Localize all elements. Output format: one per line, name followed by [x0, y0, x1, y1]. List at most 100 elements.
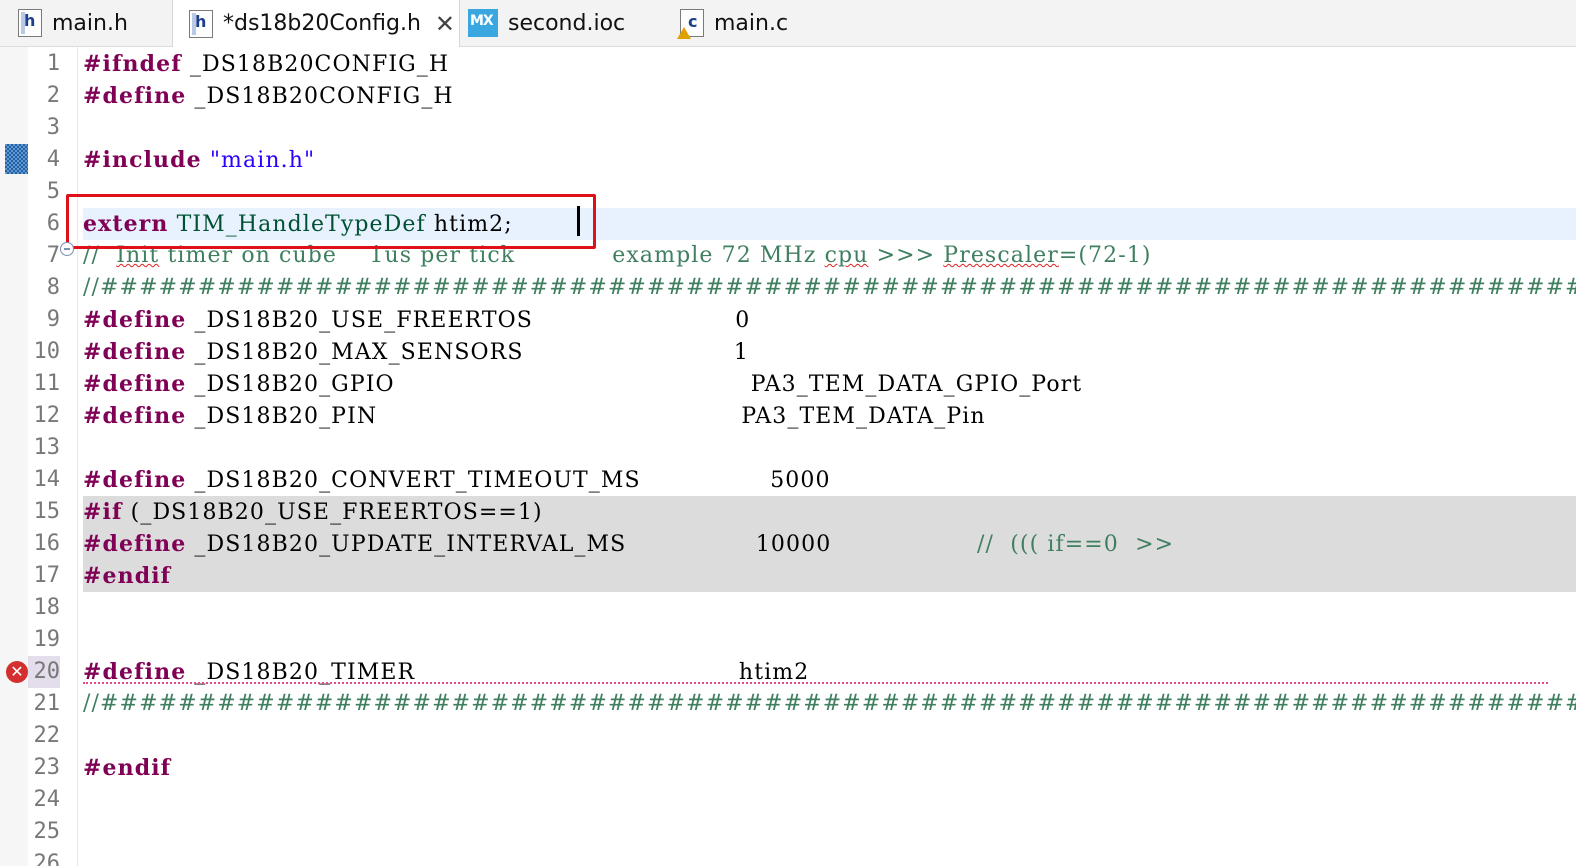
- code-token: extern: [83, 211, 169, 237]
- code-line[interactable]: 22: [0, 720, 1576, 752]
- line-number: 22: [33, 723, 61, 748]
- code-line[interactable]: 3: [0, 112, 1576, 144]
- code-line[interactable]: 23 #endif: [0, 752, 1576, 784]
- line-number: 23: [33, 755, 61, 780]
- code-token: #define: [83, 83, 187, 109]
- code-line[interactable]: 5: [0, 176, 1576, 208]
- code-line[interactable]: 7 // Init timer on cube 1us per tick exam…: [0, 240, 1576, 272]
- error-underline: [83, 682, 1548, 684]
- tab-2[interactable]: h *ds18b20Config.h ✕: [172, 0, 460, 47]
- code-line[interactable]: 21 //####################################…: [0, 688, 1576, 720]
- error-marker-icon[interactable]: ✕: [6, 661, 28, 683]
- line-background: [83, 848, 1576, 866]
- code-line[interactable]: 2 #define _DS18B20CONFIG_H: [0, 80, 1576, 112]
- h-file-icon: h: [18, 9, 42, 37]
- close-tab-icon[interactable]: ✕: [435, 10, 455, 38]
- tab-label: main.h: [52, 10, 128, 36]
- code-line[interactable]: 14 #define _DS18B20_CONVERT_TIMEOUT_MS 50…: [0, 464, 1576, 496]
- mx-file-icon: MX: [468, 9, 498, 37]
- code-token: _DS18B20CONFIG_H: [181, 52, 450, 77]
- line-number: 24: [33, 787, 61, 812]
- line-background: [83, 752, 1576, 784]
- tab-label: *ds18b20Config.h: [223, 11, 421, 36]
- line-background: [83, 432, 1576, 464]
- code-token: #define: [83, 371, 187, 397]
- code-line[interactable]: 4 #include "main.h": [0, 144, 1576, 176]
- code-line[interactable]: 13: [0, 432, 1576, 464]
- code-token: #define: [83, 467, 187, 493]
- code-line[interactable]: 17 #endif: [0, 560, 1576, 592]
- line-number: 15: [33, 499, 61, 524]
- tab-3[interactable]: MX second.ioc: [460, 0, 672, 46]
- line-number: 26: [33, 851, 61, 866]
- code-line[interactable]: 10 #define _DS18B20_MAX_SENSORS 1: [0, 336, 1576, 368]
- code-line[interactable]: 9 #define _DS18B20_USE_FREERTOS 0: [0, 304, 1576, 336]
- code-token: #endif: [83, 755, 172, 781]
- code-token: "main.h": [209, 148, 316, 173]
- tab-label: main.c: [714, 10, 789, 36]
- code-line[interactable]: 11 #define _DS18B20_GPIO PA3_TEM_DATA_GPI…: [0, 368, 1576, 400]
- code-text: #endif: [83, 752, 171, 784]
- code-token: #include: [83, 147, 202, 173]
- code-text: #ifndef _DS18B20CONFIG_H: [83, 48, 449, 80]
- code-token: htim2;: [425, 212, 513, 237]
- code-text: #define _DS18B20_USE_FREERTOS 0: [83, 304, 750, 336]
- code-token: #ifndef: [83, 51, 182, 77]
- code-token: #define: [83, 531, 187, 557]
- code-line[interactable]: 6 extern TIM_HandleTypeDef htim2;: [0, 208, 1576, 240]
- tab-4[interactable]: c main.c: [672, 0, 872, 46]
- line-background: [83, 816, 1576, 848]
- bookmark-marker-icon[interactable]: [5, 144, 28, 174]
- line-number: 2: [46, 83, 60, 108]
- line-number: 25: [33, 819, 61, 844]
- code-token: // Init timer on cube 1us per tick examp…: [83, 243, 1152, 268]
- code-token: (_DS18B20_USE_FREERTOS==1): [122, 500, 543, 525]
- line-number: 13: [33, 435, 61, 460]
- code-token: _DS18B20_CONVERT_TIMEOUT_MS 5000: [186, 468, 831, 493]
- line-number: 10: [33, 339, 61, 364]
- tab-label: second.ioc: [508, 10, 626, 36]
- code-line[interactable]: 19: [0, 624, 1576, 656]
- code-text: #define _DS18B20_CONVERT_TIMEOUT_MS 5000: [83, 464, 831, 496]
- line-number: 8: [46, 275, 60, 300]
- code-line[interactable]: 16 #define _DS18B20_UPDATE_INTERVAL_MS 10…: [0, 528, 1576, 560]
- code-line[interactable]: 15 #if (_DS18B20_USE_FREERTOS==1): [0, 496, 1576, 528]
- line-background: [83, 592, 1576, 624]
- code-editor[interactable]: 1 #ifndef _DS18B20CONFIG_H 2 #define _DS18B…: [0, 47, 1576, 866]
- fold-collapse-icon[interactable]: [60, 242, 74, 256]
- tab-icon-glyph: MX: [470, 13, 494, 29]
- line-background: [83, 720, 1576, 752]
- code-line[interactable]: 18: [0, 592, 1576, 624]
- code-line[interactable]: 1 #ifndef _DS18B20CONFIG_H: [0, 48, 1576, 80]
- line-number: 17: [33, 563, 61, 588]
- tab-icon-glyph: h: [24, 11, 36, 30]
- code-token: #if: [83, 499, 123, 525]
- spelling-squiggle: Init: [116, 243, 160, 268]
- code-line[interactable]: 12 #define _DS18B20_PIN PA3_TEM_DATA_Pin: [0, 400, 1576, 432]
- line-number: 16: [33, 531, 61, 556]
- line-background: [83, 560, 1576, 592]
- code-token: #define: [83, 339, 187, 365]
- code-line[interactable]: 25: [0, 816, 1576, 848]
- code-line[interactable]: 8 //#####################################…: [0, 272, 1576, 304]
- code-text: #if (_DS18B20_USE_FREERTOS==1): [83, 496, 543, 528]
- code-text: #define _DS18B20_PIN PA3_TEM_DATA_Pin: [83, 400, 986, 432]
- code-token: _DS18B20CONFIG_H: [186, 84, 454, 109]
- line-number: 18: [33, 595, 61, 620]
- code-token: _DS18B20_PIN PA3_TEM_DATA_Pin: [186, 404, 986, 429]
- tab-1[interactable]: h main.h: [0, 0, 172, 46]
- line-number: 9: [46, 307, 60, 332]
- line-background: [83, 624, 1576, 656]
- code-line[interactable]: 26: [0, 848, 1576, 866]
- code-text: #define _DS18B20_MAX_SENSORS 1: [83, 336, 749, 368]
- line-number: 12: [33, 403, 61, 428]
- warning-overlay-icon: [677, 27, 691, 39]
- code-line[interactable]: 24: [0, 784, 1576, 816]
- line-number: 21: [33, 691, 61, 716]
- code-token: // ((( if==0 >>: [831, 532, 1175, 557]
- line-number: 3: [46, 115, 60, 140]
- line-background: [83, 176, 1576, 208]
- code-token: _DS18B20_USE_FREERTOS 0: [186, 308, 751, 333]
- line-number: 20: [28, 656, 60, 688]
